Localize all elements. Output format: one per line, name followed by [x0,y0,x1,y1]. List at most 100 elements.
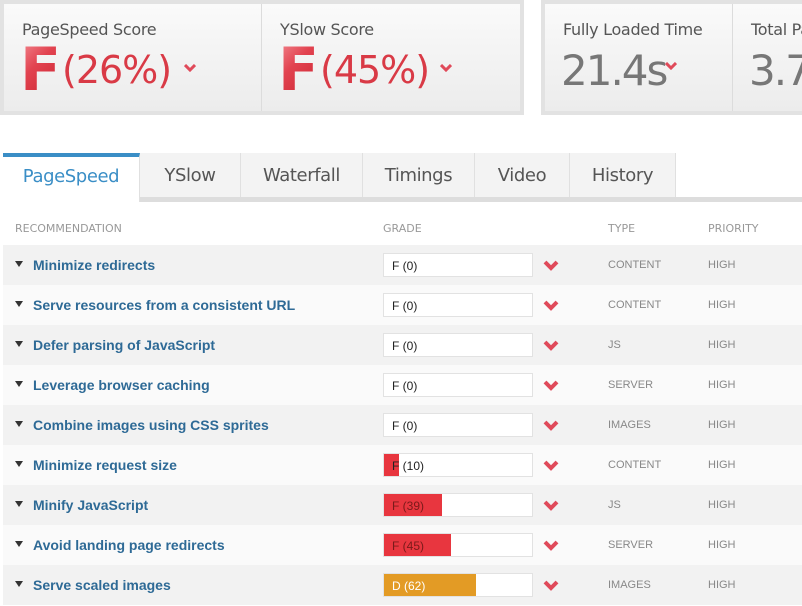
type-value: SERVER [608,379,654,391]
recommendation-link[interactable]: Defer parsing of JavaScript [33,337,215,353]
pagespeed-grade-letter: F [20,35,61,105]
table-row[interactable]: Serve scaled images D (62) IMAGES HIGH [3,565,802,605]
grade-bar: F (0) [383,333,533,357]
expand-caret-icon[interactable] [15,261,23,267]
pagespeed-grade-percent: (26%) [62,48,172,92]
expand-caret-icon[interactable] [15,541,23,547]
grade-bar: D (62) [383,573,533,597]
tabs-baseline [140,197,802,202]
priority-value: HIGH [708,499,736,511]
expand-caret-icon[interactable] [15,461,23,467]
grade-value: F (0) [392,299,418,313]
fully-loaded-time[interactable]: Fully Loaded Time 21.4s [545,4,732,111]
chevron-down-icon[interactable] [543,259,559,271]
chevron-down-icon[interactable] [543,459,559,471]
expand-caret-icon[interactable] [15,301,23,307]
yslow-score[interactable]: YSlow Score F (45%) [261,4,520,111]
recommendation-link[interactable]: Serve scaled images [33,577,171,593]
expand-caret-icon[interactable] [15,501,23,507]
table-row[interactable]: Minimize request size F (10) CONTENT HIG… [3,445,802,485]
chevron-down-icon[interactable] [543,299,559,311]
grade-value: F (45) [392,539,425,553]
type-value: CONTENT [608,259,662,271]
total-page-label: Total Pa [751,20,802,39]
priority-value: HIGH [708,459,736,471]
table-row[interactable]: Avoid landing page redirects F (45) SERV… [3,525,802,565]
yslow-grade-percent: (45%) [320,48,430,92]
tab-video[interactable]: Video [475,153,570,197]
recommendation-link[interactable]: Combine images using CSS sprites [33,417,269,433]
grade-bar: F (0) [383,373,533,397]
priority-value: HIGH [708,299,736,311]
table-row[interactable]: Combine images using CSS sprites F (0) I… [3,405,802,445]
expand-caret-icon[interactable] [15,341,23,347]
pagespeed-score[interactable]: PageSpeed Score F (26%) [4,4,261,111]
recommendation-link[interactable]: Serve resources from a consistent URL [33,297,295,313]
grade-value: F (0) [392,419,418,433]
timing-panel-group: Fully Loaded Time 21.4s Total Pa 3.7 [541,0,802,115]
chevron-down-icon[interactable] [543,379,559,391]
fully-loaded-label: Fully Loaded Time [563,20,703,39]
grade-value: F (0) [392,259,418,273]
grade-bar: F (0) [383,413,533,437]
table-header: RECOMMENDATION GRADE TYPE PRIORITY [0,222,802,238]
grade-bar: F (0) [383,253,533,277]
type-value: IMAGES [608,579,651,591]
table-row[interactable]: Serve resources from a consistent URL F … [3,285,802,325]
table-row[interactable]: Defer parsing of JavaScript F (0) JS HIG… [3,325,802,365]
grade-bar: F (0) [383,293,533,317]
type-value: CONTENT [608,299,662,311]
tab-timings[interactable]: Timings [363,153,475,197]
type-value: JS [608,339,621,351]
header-grade[interactable]: GRADE [383,222,422,235]
trend-down-icon [665,62,677,70]
priority-value: HIGH [708,419,736,431]
recommendation-link[interactable]: Avoid landing page redirects [33,537,225,553]
recommendation-link[interactable]: Minify JavaScript [33,497,148,513]
trend-down-icon [440,64,452,72]
grade-value: F (10) [392,459,425,473]
chevron-down-icon[interactable] [543,339,559,351]
priority-value: HIGH [708,579,736,591]
chevron-down-icon[interactable] [543,579,559,591]
tab-waterfall[interactable]: Waterfall [241,153,363,197]
expand-caret-icon[interactable] [15,581,23,587]
recommendation-link[interactable]: Minimize redirects [33,257,155,273]
tab-yslow[interactable]: YSlow [140,153,241,197]
total-page-size[interactable]: Total Pa 3.7 [732,4,802,111]
yslow-grade-letter: F [278,35,319,105]
fully-loaded-value: 21.4s [561,46,668,95]
recommendation-link[interactable]: Minimize request size [33,457,177,473]
table-row[interactable]: Leverage browser caching F (0) SERVER HI… [3,365,802,405]
header-priority[interactable]: PRIORITY [708,222,759,235]
tab-pagespeed[interactable]: PageSpeed [3,153,140,202]
expand-caret-icon[interactable] [15,381,23,387]
expand-caret-icon[interactable] [15,421,23,427]
type-value: IMAGES [608,419,651,431]
priority-value: HIGH [708,379,736,391]
trend-down-icon [184,64,196,72]
grade-value: D (62) [392,579,426,593]
table-row[interactable]: Minimize redirects F (0) CONTENT HIGH [3,245,802,285]
recommendation-link[interactable]: Leverage browser caching [33,377,210,393]
priority-value: HIGH [708,259,736,271]
table-row[interactable]: Minify JavaScript F (39) JS HIGH [3,485,802,525]
priority-value: HIGH [708,339,736,351]
score-panel-group: PageSpeed Score F (26%) YSlow Score F (4… [0,0,524,115]
chevron-down-icon[interactable] [543,539,559,551]
grade-value: F (0) [392,379,418,393]
type-value: CONTENT [608,459,662,471]
timing-panel: Fully Loaded Time 21.4s Total Pa 3.7 [545,4,802,111]
header-type[interactable]: TYPE [608,222,635,235]
chevron-down-icon[interactable] [543,419,559,431]
header-recommendation[interactable]: RECOMMENDATION [15,222,122,235]
grade-bar: F (45) [383,533,533,557]
tab-history[interactable]: History [570,153,676,197]
chevron-down-icon[interactable] [543,499,559,511]
score-panel: PageSpeed Score F (26%) YSlow Score F (4… [4,4,520,111]
type-value: JS [608,499,621,511]
type-value: SERVER [608,539,654,551]
grade-bar: F (39) [383,493,533,517]
grade-bar: F (10) [383,453,533,477]
total-page-value: 3.7 [749,46,802,95]
